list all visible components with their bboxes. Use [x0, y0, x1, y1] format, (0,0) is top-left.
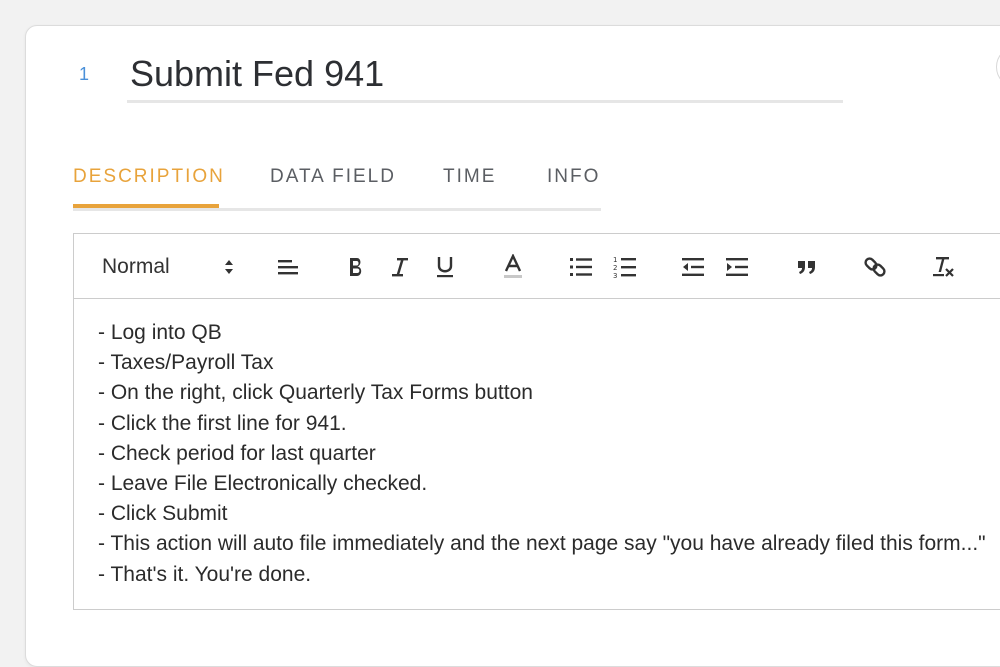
- svg-text:1: 1: [613, 256, 617, 264]
- text-color-button[interactable]: [500, 252, 526, 282]
- ordered-list-button[interactable]: 123: [612, 252, 638, 282]
- tab-bar: DESCRIPTION DATA FIELD TIME INFO: [73, 166, 601, 211]
- format-select-label: Normal: [102, 255, 170, 278]
- italic-icon: [390, 256, 410, 278]
- description-line: - Check period for last quarter: [98, 441, 376, 465]
- title-field[interactable]: Submit Fed 941: [127, 52, 843, 103]
- bullet-list-button[interactable]: [568, 252, 594, 282]
- description-line: - This action will auto file immediately…: [98, 532, 986, 556]
- text-color-icon: [502, 254, 524, 280]
- select-arrows-icon: [224, 258, 234, 276]
- ordered-list-icon: 123: [613, 255, 637, 279]
- blockquote-button[interactable]: [794, 252, 820, 282]
- description-editor: Normal 1 2 3 - Log into QB - Taxes/Payro…: [73, 233, 1000, 610]
- indent-button[interactable]: [724, 252, 750, 282]
- tab-time[interactable]: TIME: [443, 166, 496, 206]
- svg-text:2: 2: [613, 264, 617, 272]
- align-icon: [276, 257, 300, 277]
- description-line: - Leave File Electronically checked.: [98, 472, 428, 496]
- bullet-list-icon: [569, 256, 593, 278]
- editor-content[interactable]: - Log into QB - Taxes/Payroll Tax - On the…: [98, 318, 1000, 590]
- description-line: - Log into QB: [98, 321, 222, 344]
- underline-icon: [434, 255, 456, 279]
- bold-button[interactable]: [344, 252, 368, 282]
- outdent-button[interactable]: [680, 252, 706, 282]
- active-tab-indicator: [73, 204, 219, 208]
- format-select[interactable]: Normal: [102, 252, 234, 282]
- description-line: - That's it. You're done.: [98, 562, 312, 586]
- link-icon: [863, 255, 887, 279]
- clear-format-button[interactable]: [930, 252, 956, 282]
- task-title[interactable]: Submit Fed 941: [130, 52, 843, 96]
- tab-description[interactable]: DESCRIPTION: [73, 166, 225, 206]
- editor-toolbar: Normal 1 2 3: [74, 234, 1000, 299]
- bold-icon: [346, 256, 366, 278]
- description-line: - On the right, click Quarterly Tax Form…: [98, 381, 533, 405]
- outdent-icon: [681, 256, 705, 278]
- tab-info[interactable]: INFO: [547, 166, 600, 206]
- svg-text:3: 3: [613, 272, 617, 279]
- tab-data-field[interactable]: DATA FIELD: [270, 166, 396, 206]
- italic-button[interactable]: [388, 252, 412, 282]
- indent-icon: [725, 256, 749, 278]
- blockquote-icon: [796, 257, 818, 277]
- align-button[interactable]: [274, 252, 302, 282]
- description-line: - Click Submit: [98, 502, 228, 526]
- link-button[interactable]: [862, 252, 888, 282]
- description-line: - Click the first line for 941.: [98, 411, 347, 435]
- underline-button[interactable]: [432, 252, 458, 282]
- clear-format-icon: [931, 255, 955, 279]
- step-number: 1: [78, 64, 89, 84]
- description-line: - Taxes/Payroll Tax: [98, 351, 274, 375]
